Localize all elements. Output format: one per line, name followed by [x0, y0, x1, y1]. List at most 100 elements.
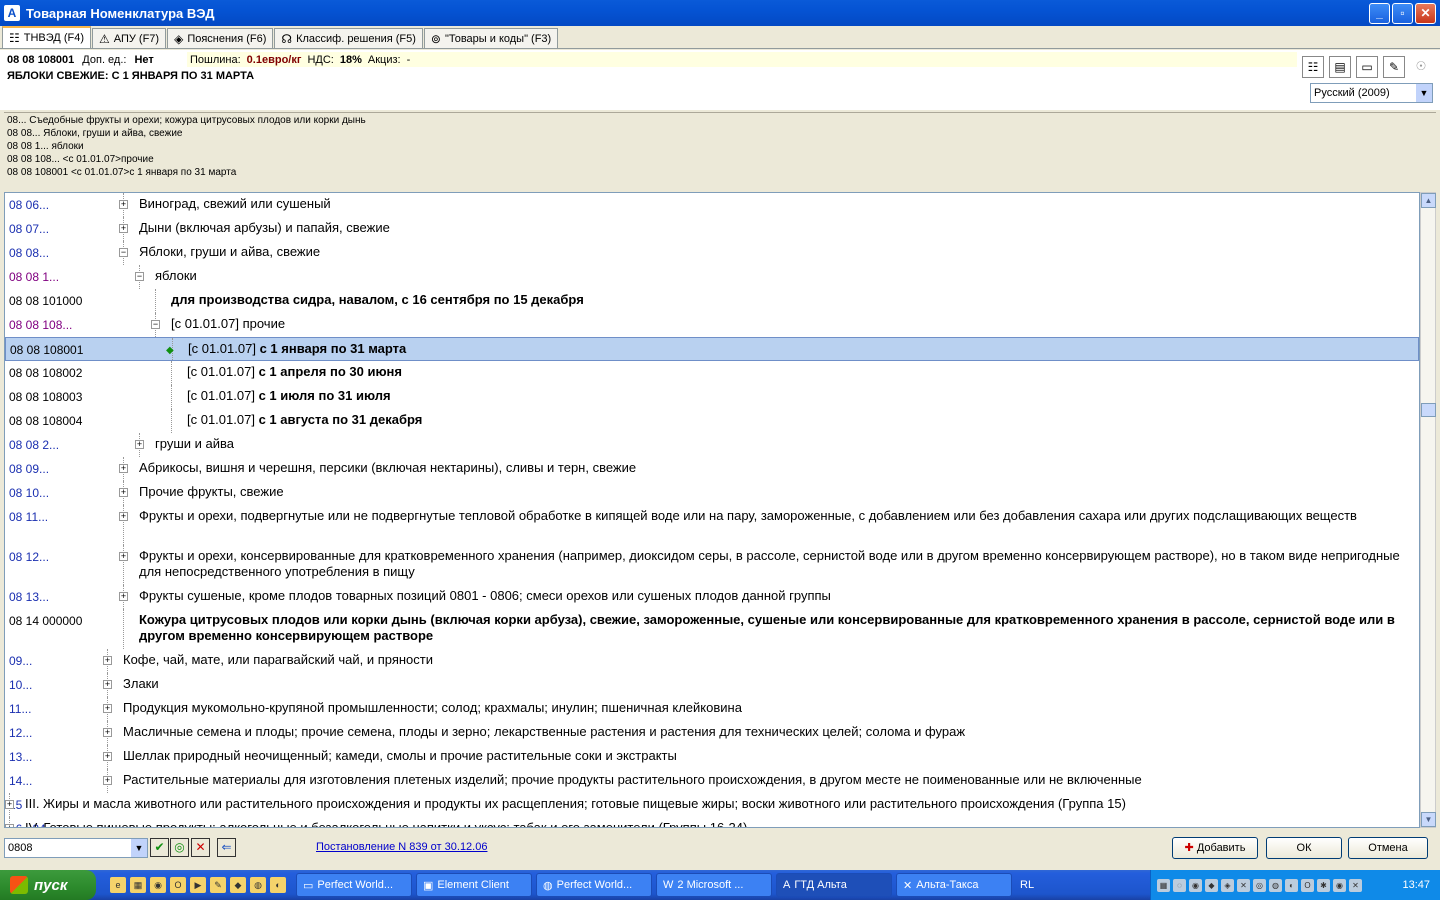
tray-icon[interactable]: ◌ [1173, 878, 1186, 892]
tree-row[interactable]: 08 12... + Фрукты и орехи, консервированны… [5, 545, 1419, 585]
media-icon[interactable]: ◉ [150, 877, 166, 893]
ok-button[interactable]: ОК [1266, 837, 1342, 859]
tree-row[interactable]: 08 06... + Виноград, свежий или сушеный [5, 193, 1419, 217]
volume-icon[interactable]: ◆ [1205, 878, 1218, 892]
tree-row[interactable]: 13... + Шеллак природный неочищенный; каме… [5, 745, 1419, 769]
tree-row[interactable]: 15 + III. Жиры и масла животного или расти… [5, 793, 1419, 817]
tree-row[interactable]: 08 08... − Яблоки, груши и айва, свежие [5, 241, 1419, 265]
search-icon[interactable]: ◎ [170, 838, 189, 857]
task-element-client[interactable]: ▣ Element Client [416, 873, 532, 897]
tool-icon[interactable]: ✎ [210, 877, 226, 893]
tree-row[interactable]: 12... + Масличные семена и плоды; прочие с… [5, 721, 1419, 745]
tree-row[interactable]: 08 08 108... − [с 01.01.07] прочие [5, 313, 1419, 337]
app-icon[interactable]: ◆ [230, 877, 246, 893]
keyboard-language[interactable]: RL [1020, 879, 1034, 891]
player-icon[interactable]: ▶ [190, 877, 206, 893]
antivirus-icon[interactable]: ✕ [1237, 878, 1250, 892]
edit-icon[interactable]: ✎ [1383, 56, 1405, 78]
comment-icon[interactable]: ☉ [1410, 56, 1432, 78]
tree-row[interactable]: 08 07... + Дыни (включая арбузы) и папайя,… [5, 217, 1419, 241]
tray-icon[interactable]: ◍ [1269, 878, 1282, 892]
expand-icon[interactable]: + [103, 656, 112, 665]
tree-row[interactable]: 08 09... + Абрикосы, вишня и черешня, перс… [5, 457, 1419, 481]
close-button[interactable]: ✕ [1415, 3, 1436, 24]
tree-row[interactable]: 08 08 101000 для производства сидра, нава… [5, 289, 1419, 313]
tree-row[interactable]: 16...24+IV. Готовые пищевые продукты; ал… [5, 817, 1419, 827]
task-perfect-world-2[interactable]: ◍ Perfect World... [536, 873, 652, 897]
tree-row[interactable]: 08 08 108004 [с 01.01.07] с 1 августа по … [5, 409, 1419, 433]
tray-icon[interactable]: ✕ [1349, 878, 1362, 892]
task-gtd-alta[interactable]: A ГТД Альта [776, 873, 892, 897]
expand-icon[interactable]: + [119, 464, 128, 473]
tree-row[interactable]: 09... + Кофе, чай, мате, или парагвайский … [5, 649, 1419, 673]
expand-icon[interactable]: + [103, 704, 112, 713]
collapse-icon[interactable]: − [119, 248, 128, 257]
tab-classification[interactable]: ☊ Классиф. решения (F5) [274, 28, 423, 48]
tree-row[interactable]: 08 14 000000 Кожура цитрусовых плодов или… [5, 609, 1419, 649]
tray-icon[interactable]: ◐ [1285, 878, 1298, 892]
panel-icon[interactable]: ▭ [1356, 56, 1378, 78]
tree-row[interactable]: 08 08 108002 [с 01.01.07] с 1 апреля по 3… [5, 361, 1419, 385]
opera-icon[interactable]: O [1301, 878, 1314, 892]
tray-icon[interactable]: ◎ [1253, 878, 1266, 892]
expand-icon[interactable]: + [103, 680, 112, 689]
expand-icon[interactable]: + [119, 512, 128, 521]
clear-icon[interactable]: ✕ [191, 838, 210, 857]
scroll-thumb[interactable] [1421, 403, 1436, 417]
expand-icon[interactable]: + [119, 224, 128, 233]
tree-row[interactable]: 14... + Растительные материалы для изготов… [5, 769, 1419, 793]
cancel-button[interactable]: Отмена [1348, 837, 1428, 859]
task-microsoft-word[interactable]: W2 Microsoft ... [656, 873, 772, 897]
expand-icon[interactable]: + [103, 776, 112, 785]
tree-row[interactable]: 08 13... + Фрукты сушеные, кроме плодов то… [5, 585, 1419, 609]
bluetooth-icon[interactable]: ✱ [1317, 878, 1330, 892]
desktop-icon[interactable]: ▦ [130, 877, 146, 893]
scroll-up-icon[interactable]: ▲ [1421, 193, 1436, 208]
expand-icon[interactable]: + [5, 800, 14, 809]
tab-tnved[interactable]: ☷ ТНВЭД (F4) [2, 26, 91, 48]
maximize-button[interactable]: ▫ [1392, 3, 1413, 24]
tree-row[interactable]: 08 08 2... + груши и айва [5, 433, 1419, 457]
expand-icon[interactable]: + [119, 200, 128, 209]
tab-apu[interactable]: ⚠ АПУ (F7) [91, 28, 167, 48]
code-search-input[interactable]: 0808 ▼ [4, 838, 148, 858]
task-perfect-world-1[interactable]: ▭ Perfect World... [296, 873, 412, 897]
firefox-icon[interactable]: ◐ [270, 877, 286, 893]
scroll-down-icon[interactable]: ▼ [1421, 812, 1436, 827]
antivirus-icon[interactable]: ◍ [250, 877, 266, 893]
task-alta-taksa[interactable]: ✕ Альта-Такса [896, 873, 1012, 897]
tree-scrollbar[interactable]: ▲ ▼ [1420, 192, 1436, 828]
tab-goods-codes[interactable]: ⊚ "Товары и коды" (F3) [423, 28, 559, 48]
minimize-button[interactable]: _ [1369, 3, 1390, 24]
tree-row[interactable]: 10... + Злаки [5, 673, 1419, 697]
tab-explanations[interactable]: ◈ Пояснения (F6) [167, 28, 274, 48]
tree-row[interactable]: 08 08 108003 [с 01.01.07] с 1 июля по 31 … [5, 385, 1419, 409]
start-button[interactable]: пуск [0, 870, 96, 900]
decree-link[interactable]: Постановление N 839 от 30.12.06 [316, 841, 487, 853]
expand-icon[interactable]: + [119, 552, 128, 561]
tree-row[interactable]: 11... + Продукция мукомольно-крупяной пром… [5, 697, 1419, 721]
tree-view-icon[interactable]: ☷ [1302, 56, 1324, 78]
language-select[interactable]: Русский (2009) ▼ [1310, 83, 1433, 103]
tree-row[interactable]: 08 11... + Фрукты и орехи, подвергнутые ил… [5, 505, 1419, 545]
collapse-icon[interactable]: − [135, 272, 144, 281]
expand-icon[interactable]: + [103, 728, 112, 737]
wifi-icon[interactable]: ◉ [1189, 878, 1202, 892]
expand-icon[interactable]: + [5, 824, 14, 827]
network-icon[interactable]: ▦ [1157, 878, 1170, 892]
expand-icon[interactable]: + [119, 592, 128, 601]
opera-icon[interactable]: O [170, 877, 186, 893]
add-button[interactable]: ✚ Добавить [1172, 837, 1258, 859]
back-arrow-icon[interactable]: ⇐ [217, 838, 236, 857]
shield-icon[interactable]: ◈ [1221, 878, 1234, 892]
collapse-icon[interactable]: − [151, 320, 160, 329]
tree-row[interactable]: 08 08 108001 ◆ [с 01.01.07] с 1 января по … [5, 337, 1419, 361]
book-icon[interactable]: ▤ [1329, 56, 1351, 78]
expand-icon[interactable]: + [119, 488, 128, 497]
ie-icon[interactable]: e [110, 877, 126, 893]
nomenclature-tree[interactable]: 08 06... + Виноград, свежий или сушеный 08 … [4, 192, 1420, 828]
confirm-icon[interactable]: ✔ [150, 838, 169, 857]
tray-icon[interactable]: ◉ [1333, 878, 1346, 892]
expand-icon[interactable]: + [103, 752, 112, 761]
tree-row[interactable]: 08 08 1... − яблоки [5, 265, 1419, 289]
